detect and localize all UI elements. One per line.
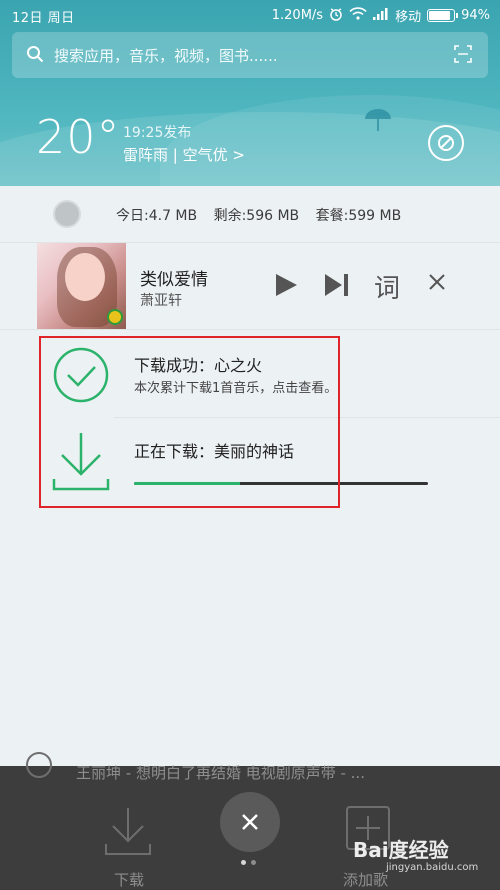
next-track-button[interactable] [324, 273, 350, 301]
music-player-notification[interactable]: 类似爱情 萧亚轩 词 [0, 242, 500, 330]
data-plan: 套餐:599 MB [315, 208, 402, 224]
background-app-area: 王丽坤 - 想明白了再结婚 电视剧原声带 - ... 下载 添加歌 Bai度经验… [0, 752, 500, 889]
search-icon [26, 45, 44, 67]
battery-percent: 94% [461, 8, 490, 23]
data-remaining: 剩余:596 MB [213, 208, 300, 224]
page-dot-active [241, 860, 246, 865]
background-download-label: 下载 [114, 871, 145, 889]
carrier-label: 移动 [395, 10, 422, 25]
network-speed: 1.20M/s [271, 8, 324, 23]
watermark-logo: Bai度经验 [353, 838, 449, 862]
status-date: 12日 周日 [12, 11, 75, 26]
page-indicator [241, 860, 256, 865]
search-placeholder: 搜索应用，音乐，视频，图书...... [54, 47, 278, 65]
song-artist: 萧亚轩 [140, 293, 182, 309]
album-cover [37, 243, 126, 330]
data-usage-row[interactable]: 今日:4.7 MB 剩余:596 MB 套餐:599 MB [0, 186, 500, 241]
do-not-disturb-icon[interactable] [428, 125, 464, 161]
song-title: 类似爱情 [140, 270, 208, 290]
close-panel-button[interactable] [220, 792, 280, 852]
umbrella-icon [363, 105, 393, 139]
weather-published-time: 19:25发布 [123, 125, 192, 141]
page-dot [251, 860, 256, 865]
highlight-box [39, 336, 340, 508]
background-add-label: 添加歌 [343, 871, 389, 889]
data-today: 今日:4.7 MB [116, 208, 198, 224]
search-bar[interactable]: 搜索应用，音乐，视频，图书...... [12, 32, 488, 78]
weather-condition[interactable]: 雷阵雨 | 空气优 > [123, 144, 245, 165]
status-bar: 12日 周日 1.20M/s 移动 94% [0, 0, 500, 30]
watermark-url: jingyan.baidu.com [386, 862, 479, 873]
data-usage-indicator [53, 200, 81, 228]
weather-header: 12日 周日 1.20M/s 移动 94% 搜索应用，音乐，视频，图书.....… [0, 0, 500, 186]
background-track-text: 王丽坤 - 想明白了再结婚 电视剧原声带 - ... [76, 764, 365, 782]
lyrics-button[interactable]: 词 [374, 268, 400, 305]
play-button[interactable] [274, 273, 298, 301]
signal-icon [373, 7, 389, 24]
battery-icon [427, 9, 459, 22]
temperature: 20° [36, 110, 121, 164]
wifi-icon [349, 7, 367, 24]
background-radio [26, 752, 52, 778]
alarm-icon [329, 7, 343, 25]
album-badge-icon [107, 309, 123, 325]
close-icon[interactable] [428, 273, 446, 295]
scan-icon[interactable] [454, 45, 472, 67]
background-download-icon [104, 806, 152, 860]
